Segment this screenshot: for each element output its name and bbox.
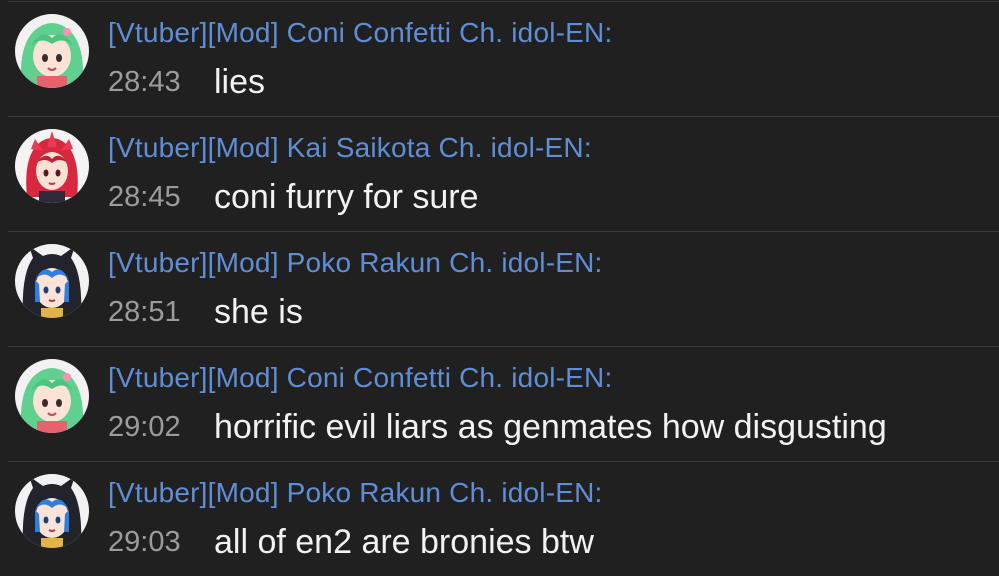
- author-name[interactable]: [Vtuber][Mod] Coni Confetti Ch. idol-EN:: [108, 17, 612, 49]
- message-text: all of en2 are bronies btw: [214, 523, 594, 561]
- timestamp: 29:03: [108, 526, 181, 558]
- kai-saikota-avatar-icon[interactable]: [15, 129, 89, 203]
- chat-message[interactable]: [Vtuber][Mod] Poko Rakun Ch. idol-EN: 28…: [0, 230, 999, 345]
- chat-message[interactable]: [Vtuber][Mod] Coni Confetti Ch. idol-EN:…: [0, 345, 999, 460]
- chat-message[interactable]: [Vtuber][Mod] Coni Confetti Ch. idol-EN:…: [0, 0, 999, 115]
- poko-rakun-avatar-icon[interactable]: [15, 244, 89, 318]
- coni-confetti-avatar-icon[interactable]: [15, 359, 89, 433]
- message-text: she is: [214, 293, 303, 331]
- chat-message[interactable]: [Vtuber][Mod] Kai Saikota Ch. idol-EN: 2…: [0, 115, 999, 230]
- poko-rakun-avatar-icon[interactable]: [15, 474, 89, 548]
- author-name[interactable]: [Vtuber][Mod] Coni Confetti Ch. idol-EN:: [108, 362, 612, 394]
- message-text: coni furry for sure: [214, 178, 479, 216]
- author-name[interactable]: [Vtuber][Mod] Kai Saikota Ch. idol-EN:: [108, 132, 592, 164]
- message-text: horrific evil liars as genmates how disg…: [214, 408, 887, 446]
- author-name[interactable]: [Vtuber][Mod] Poko Rakun Ch. idol-EN:: [108, 477, 603, 509]
- timestamp: 28:51: [108, 296, 181, 328]
- message-text: lies: [214, 63, 266, 101]
- chat-message[interactable]: [Vtuber][Mod] Poko Rakun Ch. idol-EN: 29…: [0, 460, 999, 575]
- timestamp: 28:43: [108, 66, 181, 98]
- coni-confetti-avatar-icon[interactable]: [15, 14, 89, 88]
- timestamp: 28:45: [108, 181, 181, 213]
- chat-log: [Vtuber][Mod] Coni Confetti Ch. idol-EN:…: [0, 0, 999, 576]
- timestamp: 29:02: [108, 411, 181, 443]
- author-name[interactable]: [Vtuber][Mod] Poko Rakun Ch. idol-EN:: [108, 247, 603, 279]
